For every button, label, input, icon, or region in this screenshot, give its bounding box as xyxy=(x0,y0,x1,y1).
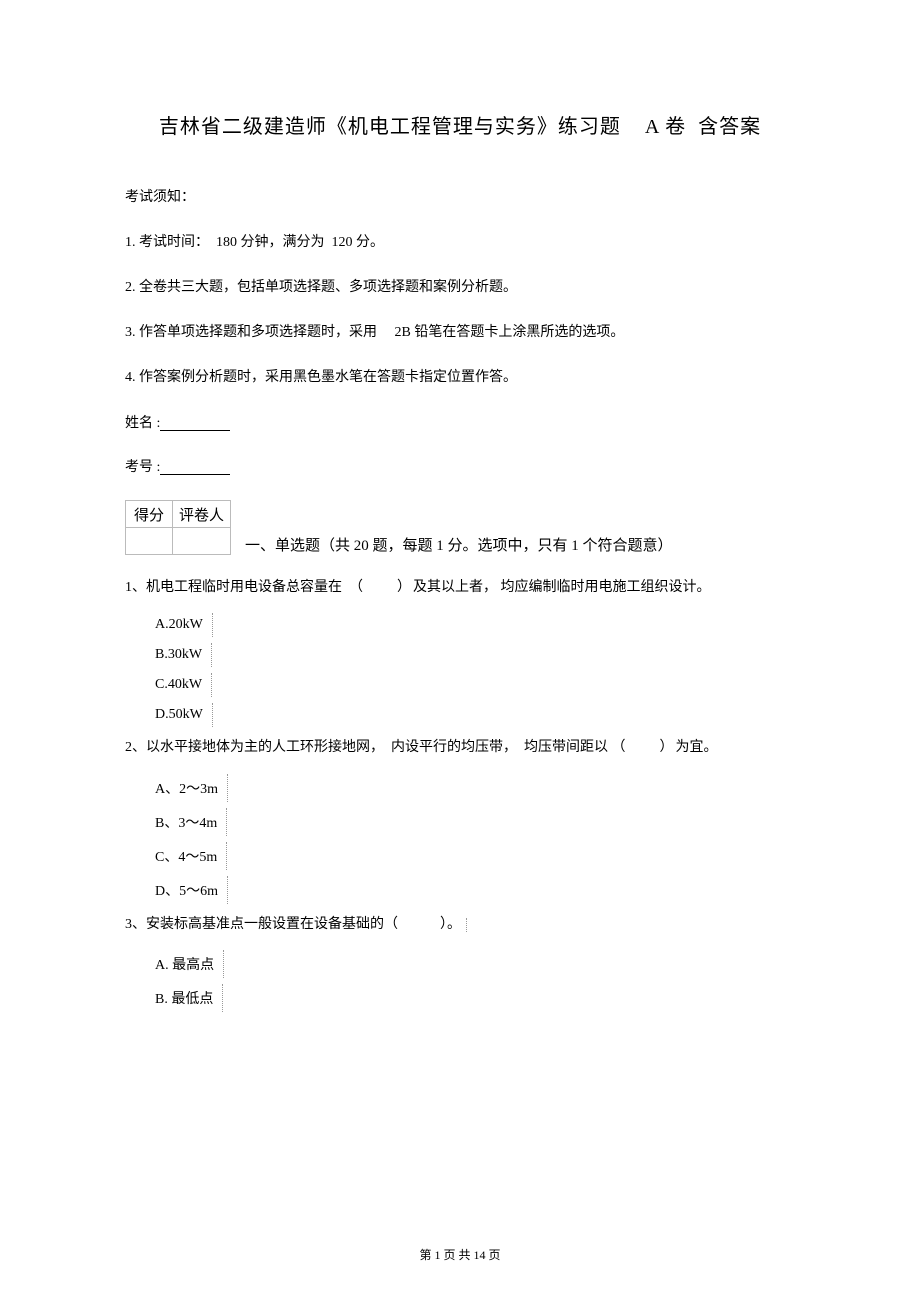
title-answer: 含答案 xyxy=(698,116,761,138)
id-label: 考号 : xyxy=(125,460,160,475)
name-input-line[interactable] xyxy=(160,416,230,431)
option-c[interactable]: C、4～5m xyxy=(155,846,795,866)
question-text: 为宜。 xyxy=(676,740,718,755)
grader-cell[interactable] xyxy=(173,528,231,555)
question-text: 及其以上者， xyxy=(413,580,497,595)
question-number: 3、 xyxy=(125,917,146,932)
title-main: 吉林省二级建造师《机电工程管理与实务》练习题 xyxy=(159,116,621,138)
option-label: B.30kW xyxy=(155,647,212,663)
notice-1-part2: 120 分。 xyxy=(332,235,385,250)
question-text: 机电工程临时用电设备总容量在 xyxy=(146,580,342,595)
question-text: ）。 xyxy=(440,917,467,932)
option-b[interactable]: B、3～4m xyxy=(155,812,795,832)
question-2: 2、以水平接地体为主的人工环形接地网， 内设平行的均压带， 均压带间距以 （ ）… xyxy=(125,737,795,759)
notice-3-prefix: 3. 作答单项选择题和多项选择题时，采用 xyxy=(125,325,377,340)
footer-mid: 页 共 xyxy=(443,1248,470,1262)
option-label: B. 最低点 xyxy=(155,988,223,1008)
question-number: 1、 xyxy=(125,580,146,595)
notice-heading: 考试须知： xyxy=(125,187,795,208)
option-c[interactable]: C.40kW xyxy=(155,677,795,693)
option-label: A.20kW xyxy=(155,617,213,633)
option-label: D、5～6m xyxy=(155,880,228,900)
footer-prefix: 第 xyxy=(419,1248,431,1262)
question-text: 均压带间距以 xyxy=(524,740,608,755)
notice-item-2: 2. 全卷共三大题，包括单项选择题、多项选择题和案例分析题。 xyxy=(125,277,795,298)
notice-item-4: 4. 作答案例分析题时，采用黑色墨水笔在答题卡指定位置作答。 xyxy=(125,367,795,388)
option-d[interactable]: D、5～6m xyxy=(155,880,795,900)
question-text: 以水平接地体为主的人工环形接地网， xyxy=(146,740,384,755)
name-label: 姓名 : xyxy=(125,416,160,431)
question-3: 3、安装标高基准点一般设置在设备基础的（ ）。 xyxy=(125,914,795,936)
name-field-row: 姓名 : xyxy=(125,412,795,432)
notice-1-part1: 180 分钟，满分为 xyxy=(216,235,325,250)
option-a[interactable]: A.20kW xyxy=(155,617,795,633)
section-1-title: 一、单选题（共 20 题，每题 1 分。选项中，只有 1 个符合题意） xyxy=(245,534,673,555)
question-1: 1、机电工程临时用电设备总容量在 （ ）及其以上者， 均应编制临时用电施工组织设… xyxy=(125,577,795,599)
notice-item-3: 3. 作答单项选择题和多项选择题时，采用 2B 铅笔在答题卡上涂黑所选的选项。 xyxy=(125,322,795,343)
page: 吉林省二级建造师《机电工程管理与实务》练习题 A 卷 含答案 考试须知： 1. 考… xyxy=(0,0,920,1303)
question-blank: （ ） xyxy=(612,740,676,755)
notice-3-mid: 2B 铅笔在答题卡上涂黑所选的选项。 xyxy=(395,325,625,340)
score-header-grader: 评卷人 xyxy=(173,501,231,528)
score-header-score: 得分 xyxy=(126,501,173,528)
id-input-line[interactable] xyxy=(160,460,230,475)
score-cell[interactable] xyxy=(126,528,173,555)
page-footer: 第 1 页 共 14 页 xyxy=(0,1246,920,1263)
option-label: D.50kW xyxy=(155,707,213,723)
option-d[interactable]: D.50kW xyxy=(155,707,795,723)
question-text: 均应编制临时用电施工组织设计。 xyxy=(501,580,711,595)
score-table: 得分 评卷人 xyxy=(125,500,231,555)
option-label: C.40kW xyxy=(155,677,212,693)
option-a[interactable]: A、2～3m xyxy=(155,778,795,798)
option-label: A. 最高点 xyxy=(155,954,224,974)
option-label: C、4～5m xyxy=(155,846,227,866)
id-field-row: 考号 : xyxy=(125,456,795,476)
option-label: A、2～3m xyxy=(155,778,228,798)
question-text: 内设平行的均压带， xyxy=(391,740,517,755)
question-blank: （ ） xyxy=(349,580,413,595)
document-title: 吉林省二级建造师《机电工程管理与实务》练习题 A 卷 含答案 xyxy=(125,110,795,139)
table-row: 得分 评卷人 xyxy=(126,501,231,528)
table-row xyxy=(126,528,231,555)
option-a[interactable]: A. 最高点 xyxy=(155,954,795,974)
option-b[interactable]: B.30kW xyxy=(155,647,795,663)
title-volume: A 卷 xyxy=(645,116,686,138)
footer-page-total: 14 xyxy=(474,1248,486,1262)
footer-page-current: 1 xyxy=(434,1248,440,1262)
score-box: 得分 评卷人 xyxy=(125,500,231,555)
notice-1-prefix: 1. 考试时间： xyxy=(125,235,209,250)
question-blank xyxy=(398,917,440,932)
question-text: 安装标高基准点一般设置在设备基础的（ xyxy=(146,917,398,932)
option-b[interactable]: B. 最低点 xyxy=(155,988,795,1008)
question-number: 2、 xyxy=(125,740,146,755)
notice-item-1: 1. 考试时间： 180 分钟，满分为 120 分。 xyxy=(125,232,795,253)
option-label: B、3～4m xyxy=(155,812,227,832)
score-section-row: 得分 评卷人 一、单选题（共 20 题，每题 1 分。选项中，只有 1 个符合题… xyxy=(125,500,795,555)
footer-suffix: 页 xyxy=(489,1248,501,1262)
